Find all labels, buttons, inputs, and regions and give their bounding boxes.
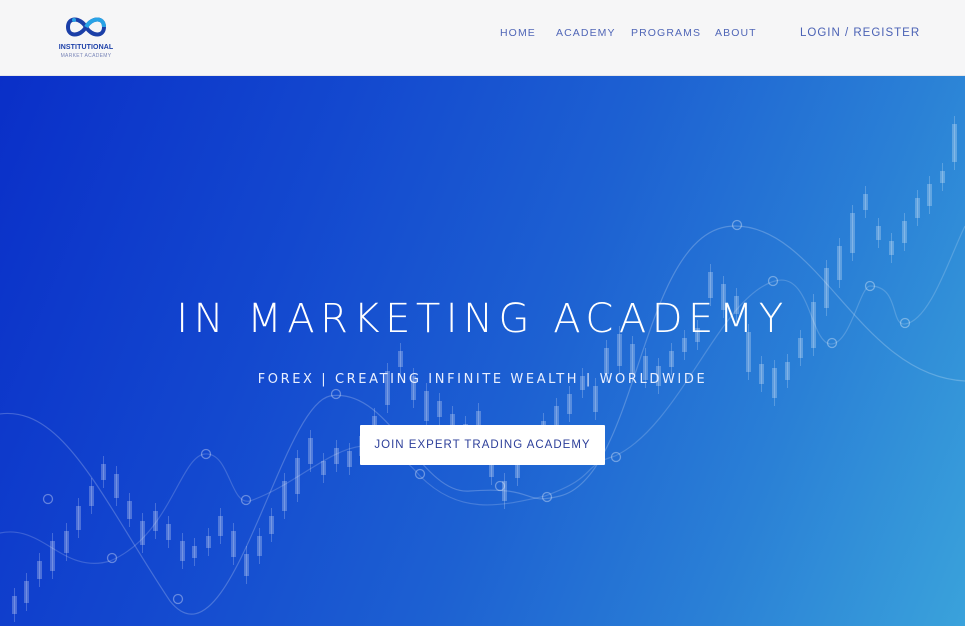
hero-section: IN MARKETING ACADEMY FOREX | CREATING IN… [0, 76, 965, 626]
nav-home-link[interactable]: HOME [500, 27, 536, 39]
hero-subtitle: FOREX | CREATING INFINITE WEALTH | WORLD… [257, 372, 708, 387]
nav-about-link[interactable]: ABOUT [715, 27, 757, 39]
top-navigation-bar: INSTITUTIONAL MARKET ACADEMY HOME ACADEM… [0, 0, 965, 76]
nav-programs-link[interactable]: PROGRAMS [631, 27, 701, 39]
infinity-icon [65, 17, 107, 37]
login-register-link[interactable]: LOGIN / REGISTER [800, 27, 920, 39]
nav-academy-link[interactable]: ACADEMY [556, 27, 616, 39]
join-academy-button[interactable]: JOIN EXPERT TRADING ACADEMY [360, 425, 605, 465]
brand-tagline: MARKET ACADEMY [60, 53, 112, 59]
brand-logo[interactable]: INSTITUTIONAL MARKET ACADEMY [56, 13, 116, 63]
candlestick-chart-graphic [0, 116, 965, 622]
brand-name: INSTITUTIONAL [58, 44, 114, 51]
hero-title: IN MARKETING ACADEMY [176, 296, 789, 342]
